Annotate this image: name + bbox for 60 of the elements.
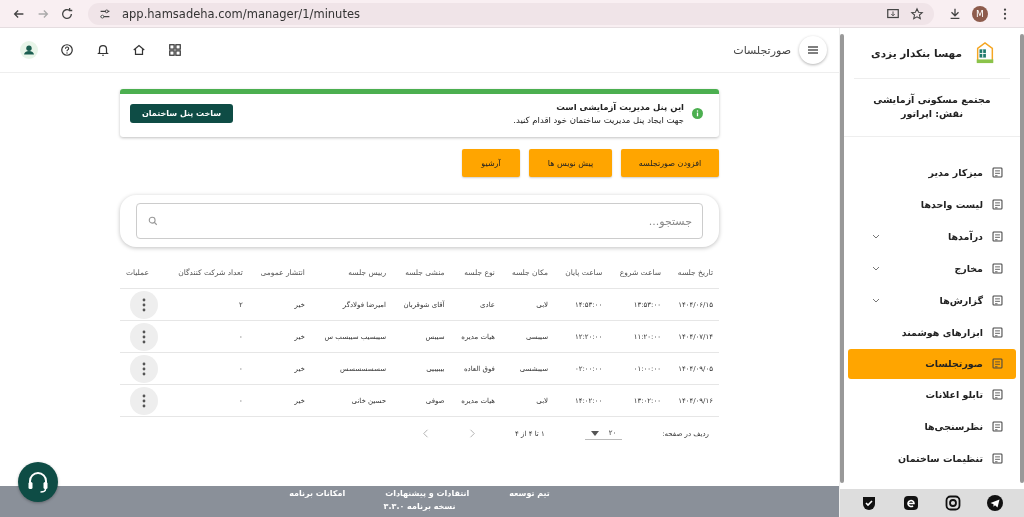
profile-avatar[interactable]: M (972, 5, 988, 22)
more-vertical-icon (142, 393, 147, 408)
download-icon[interactable] (948, 6, 962, 21)
sidebar-item[interactable]: میزکار مدیر (848, 156, 1016, 189)
building-logo-icon (974, 40, 996, 66)
menu-item-icon (991, 262, 1004, 275)
sidebar-item[interactable]: نظرسنجی‌ها (848, 410, 1016, 443)
search-field[interactable]: جستجو... (136, 203, 703, 239)
more-vertical-icon (142, 329, 147, 344)
help-icon[interactable] (60, 43, 74, 57)
menu-item-icon (991, 198, 1004, 211)
more-vertical-icon (142, 297, 147, 312)
menu-item-icon (991, 294, 1004, 307)
sidebar-item[interactable]: ابزارهای هوشمند (848, 316, 1016, 349)
search-icon (148, 216, 158, 226)
sidebar-item[interactable]: درآمدها (848, 220, 1016, 253)
menu-item-icon (991, 420, 1004, 433)
menu-icon (806, 43, 820, 57)
shield-check-icon[interactable] (861, 495, 877, 511)
info-icon (692, 108, 703, 119)
home-icon[interactable] (132, 43, 146, 57)
site-settings-icon[interactable] (98, 6, 112, 21)
support-button[interactable] (18, 462, 58, 502)
dropdown-caret-icon (590, 430, 599, 436)
menu-button[interactable] (799, 36, 827, 64)
dashboard-icon[interactable] (168, 43, 182, 57)
notice-text: جهت ایجاد پنل مدیریت ساختمان خود اقدام کنید. (513, 115, 684, 125)
app-version: نسخه برنامه ۳.۳.۰ (383, 502, 456, 511)
action-button[interactable]: پیش نویس ها (529, 149, 612, 177)
sidebar-item[interactable]: گزارش‌ها (848, 284, 1016, 317)
install-app-icon[interactable] (886, 6, 900, 21)
sidebar-item[interactable]: لیست واحدها (848, 188, 1016, 221)
sidebar-item[interactable]: مخارج (848, 252, 1016, 285)
menu-item-icon (991, 452, 1004, 465)
sidebar-item[interactable]: تابلو اعلانات (848, 378, 1016, 411)
user-avatar-icon[interactable] (20, 41, 38, 59)
sidebar-item[interactable]: صورتجلسات (848, 348, 1016, 379)
sidebar-item[interactable]: تنظیمات ساختمان (848, 442, 1016, 475)
address-bar[interactable]: app.hamsadeha.com/manager/1/minutes (88, 2, 934, 25)
notice-title: این پنل مدیریت آزمایشی است (555, 102, 684, 112)
reload-icon[interactable] (60, 6, 74, 21)
menu-item-icon (991, 230, 1004, 243)
user-role: نقش: اپراتور (899, 107, 964, 122)
paper-plane-icon[interactable] (987, 495, 1003, 511)
action-button[interactable]: افزودن صورتجلسه (621, 149, 719, 177)
menu-item-icon (991, 326, 1004, 339)
complex-name: مجتمع مسکونی آزمایشی (872, 93, 992, 108)
page-title: صورتجلسات (733, 43, 791, 57)
headset-icon (25, 469, 51, 495)
menu-item-icon (991, 357, 1004, 370)
camera-icon[interactable] (945, 495, 961, 511)
bell-icon[interactable] (96, 43, 110, 57)
more-vertical-icon (142, 361, 147, 376)
bookmark-star-icon[interactable] (910, 6, 924, 21)
letter-e-icon[interactable] (903, 495, 919, 511)
action-button[interactable]: آرشیو (462, 149, 520, 177)
user-name: مهسا بنکدار یزدی (871, 47, 962, 59)
menu-item-icon (991, 388, 1004, 401)
menu-item-icon (991, 166, 1004, 179)
create-panel-button[interactable]: ساخت پنل ساختمان (130, 104, 234, 123)
